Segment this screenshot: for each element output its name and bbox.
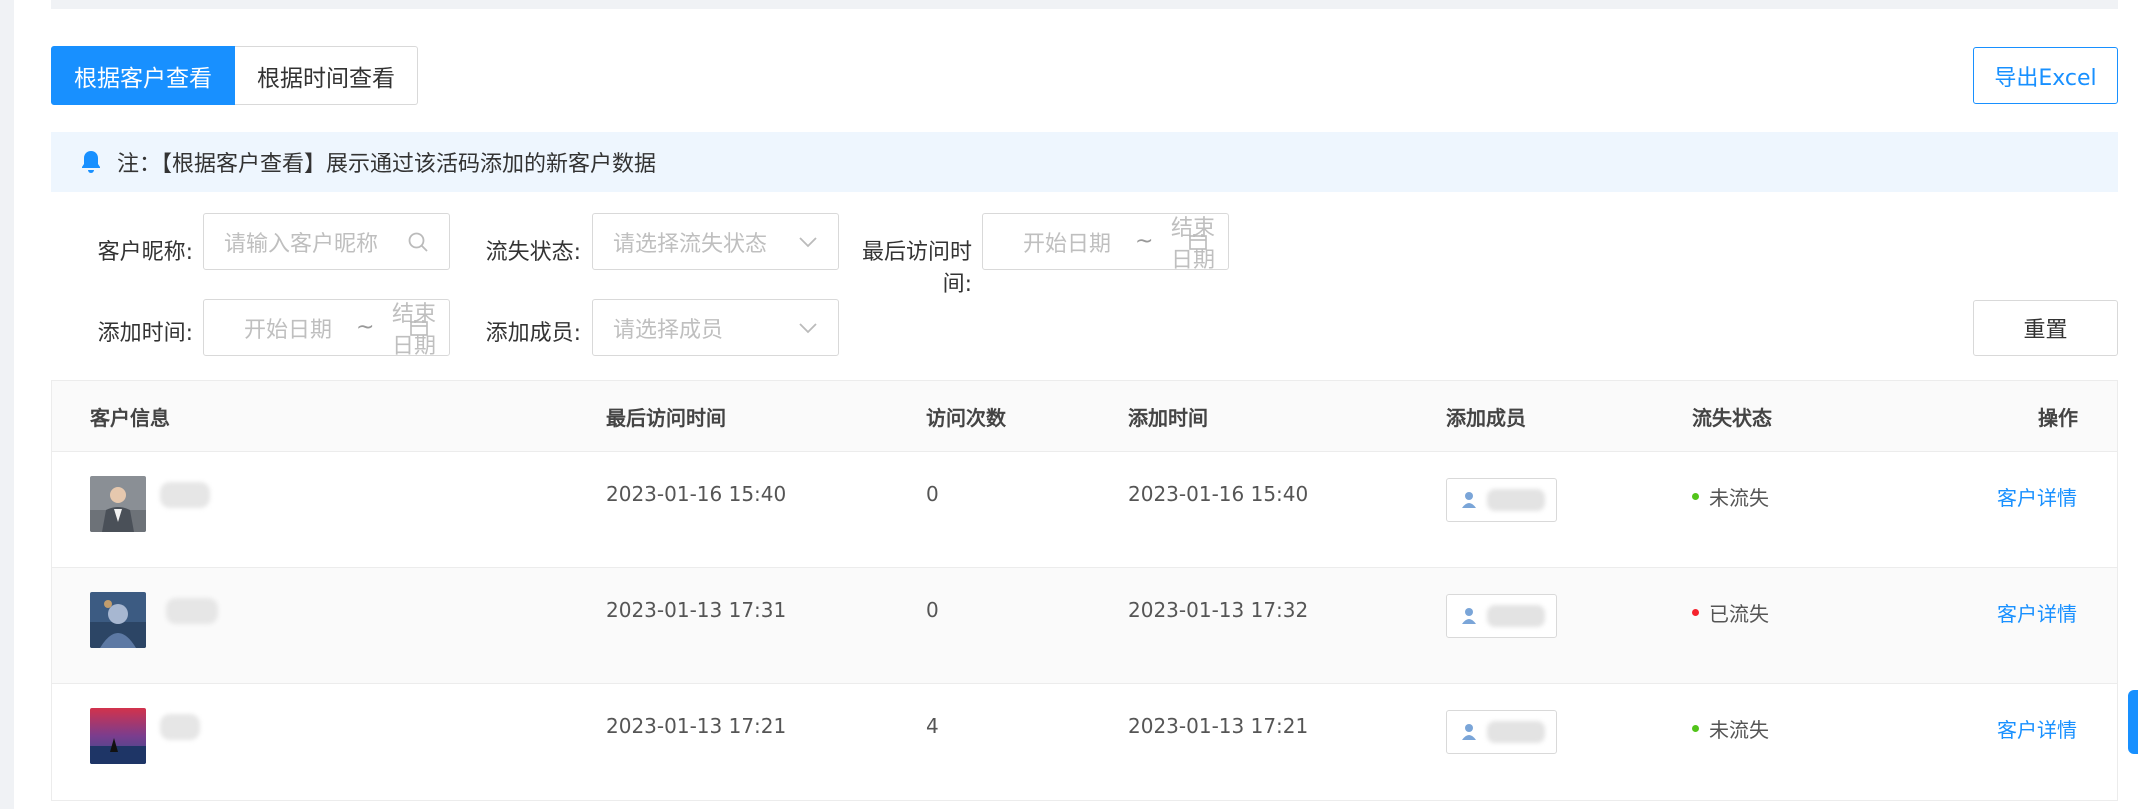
member-tag — [1446, 594, 1557, 638]
customer-table: 客户信息 最后访问时间 访问次数 添加时间 添加成员 流失状态 操作 2023-… — [51, 380, 2118, 801]
notice-text: 注：【根据客户查看】展示通过该活码添加的新客户数据 — [117, 152, 657, 177]
last-visit-label: 最后访问时间: — [861, 240, 972, 297]
tab-by-time[interactable]: 根据时间查看 — [235, 46, 418, 105]
header-member: 添加成员 — [1446, 406, 1526, 430]
tab-by-customer[interactable]: 根据客户查看 — [51, 46, 235, 105]
member-name-blurred — [1487, 721, 1545, 743]
last-visit-cell: 2023-01-13 17:31 — [606, 598, 787, 622]
user-icon — [1461, 723, 1477, 741]
user-icon — [1461, 491, 1477, 509]
header-status: 流失状态 — [1692, 406, 1772, 430]
churn-status-placeholder: 请选择流失状态 — [613, 231, 768, 257]
status-text: 未流失 — [1709, 718, 1769, 742]
member-tag — [1446, 478, 1557, 522]
last-visit-cell: 2023-01-16 15:40 — [606, 482, 787, 506]
member-name-blurred — [1487, 489, 1545, 511]
visits-cell: 0 — [926, 598, 939, 622]
add-time-label: 添加时间: — [97, 321, 193, 346]
header-visits: 访问次数 — [926, 406, 1006, 430]
status-text: 已流失 — [1709, 602, 1769, 626]
visits-cell: 0 — [926, 482, 939, 506]
member-placeholder: 请选择成员 — [613, 317, 724, 343]
status-dot — [1692, 609, 1699, 616]
add-time-start-date[interactable]: 开始日期 — [244, 312, 332, 344]
chevron-down-icon — [798, 322, 818, 334]
header-last-visit: 最后访问时间 — [606, 406, 726, 430]
customer-detail-link[interactable]: 客户详情 — [1997, 482, 2077, 511]
added-time-cell: 2023-01-16 15:40 — [1128, 482, 1309, 506]
view-toggle: 根据客户查看 根据时间查看 — [51, 46, 418, 105]
table-row: 2023-01-16 15:40 0 2023-01-16 15:40 未流失 … — [52, 452, 2117, 568]
side-drawer-handle[interactable] — [2128, 690, 2138, 754]
range-separator: ~ — [356, 315, 375, 340]
last-visit-cell: 2023-01-13 17:21 — [606, 714, 787, 738]
status-dot — [1692, 725, 1699, 732]
customer-detail-link[interactable]: 客户详情 — [1997, 714, 2077, 743]
export-excel-button[interactable]: 导出Excel — [1973, 47, 2118, 104]
added-time-cell: 2023-01-13 17:21 — [1128, 714, 1309, 738]
user-icon — [1461, 607, 1477, 625]
customer-detail-link[interactable]: 客户详情 — [1997, 598, 2077, 627]
status-dot — [1692, 493, 1699, 500]
bell-icon — [79, 149, 103, 175]
nickname-search-input[interactable]: 请输入客户昵称 — [203, 213, 450, 270]
main-content: 根据客户查看 根据时间查看 导出Excel 注：【根据客户查看】展示通过该活码添… — [51, 0, 2118, 809]
member-label: 添加成员: — [485, 321, 581, 346]
customer-name-blurred — [166, 598, 218, 624]
status-badge: 已流失 — [1692, 598, 1769, 627]
added-time-cell: 2023-01-13 17:32 — [1128, 598, 1309, 622]
last-visit-start-date[interactable]: 开始日期 — [1023, 226, 1111, 258]
avatar — [90, 708, 146, 764]
table-row: 2023-01-13 17:21 4 2023-01-13 17:21 未流失 … — [52, 684, 2117, 800]
add-time-date-range[interactable]: 开始日期 ~ 结束日期 — [203, 299, 450, 359]
table-row: 2023-01-13 17:31 0 2023-01-13 17:32 已流失 … — [52, 568, 2117, 684]
member-name-blurred — [1487, 605, 1545, 627]
notice-bar: 注：【根据客户查看】展示通过该活码添加的新客户数据 — [51, 132, 2118, 192]
member-select[interactable]: 请选择成员 — [592, 299, 839, 356]
avatar — [90, 476, 146, 532]
chevron-down-icon — [798, 236, 818, 248]
status-text: 未流失 — [1709, 486, 1769, 510]
search-icon[interactable] — [407, 231, 429, 253]
status-badge: 未流失 — [1692, 482, 1769, 511]
last-visit-date-range[interactable]: 开始日期 ~ 结束日期 — [982, 213, 1229, 273]
nickname-label: 客户昵称: — [97, 240, 193, 265]
customer-name-blurred — [160, 714, 200, 740]
nickname-placeholder: 请输入客户昵称 — [224, 231, 379, 257]
header-actions: 操作 — [2038, 406, 2078, 430]
avatar — [90, 592, 146, 648]
reset-button[interactable]: 重置 — [1973, 300, 2118, 356]
customer-name-blurred — [160, 482, 210, 508]
left-gutter — [0, 0, 14, 809]
churn-status-select[interactable]: 请选择流失状态 — [592, 213, 839, 270]
churn-status-label: 流失状态: — [485, 240, 581, 265]
header-customer: 客户信息 — [90, 406, 170, 430]
calendar-icon — [1188, 232, 1208, 252]
header-added: 添加时间 — [1128, 406, 1208, 430]
visits-cell: 4 — [926, 714, 939, 738]
range-separator: ~ — [1135, 229, 1154, 254]
member-tag — [1446, 710, 1557, 754]
calendar-icon — [409, 318, 429, 338]
status-badge: 未流失 — [1692, 714, 1769, 743]
table-header: 客户信息 最后访问时间 访问次数 添加时间 添加成员 流失状态 操作 — [52, 381, 2117, 452]
